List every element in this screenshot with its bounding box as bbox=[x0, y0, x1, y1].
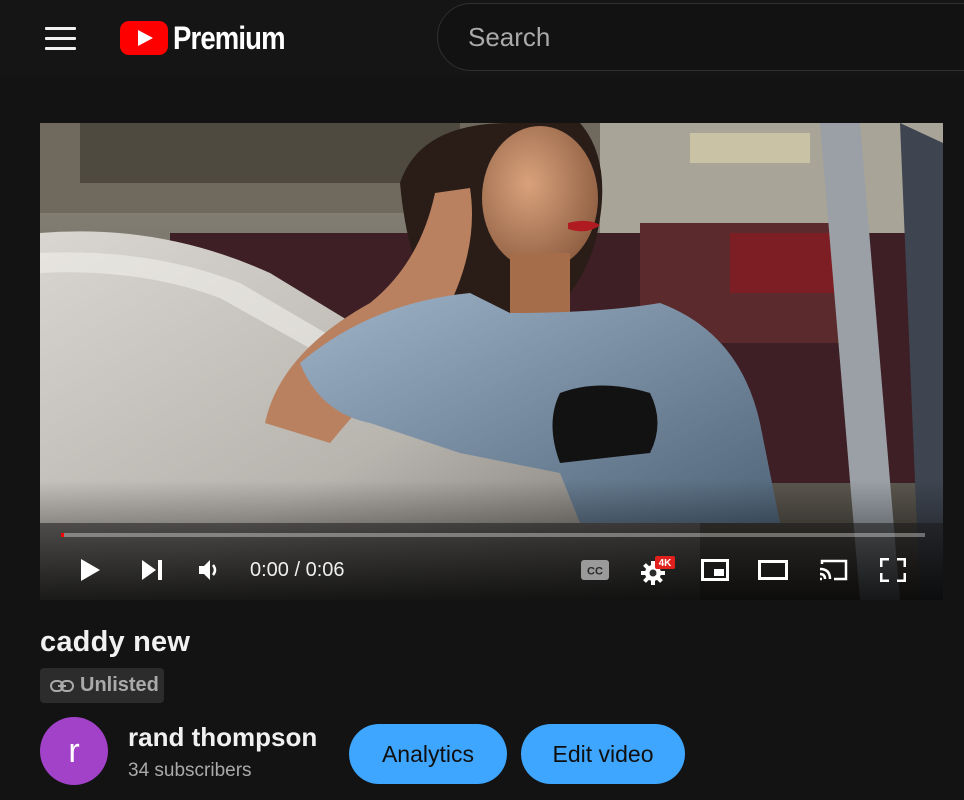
cast-icon bbox=[819, 559, 848, 581]
next-icon bbox=[142, 560, 162, 580]
youtube-premium-logo[interactable]: Premium bbox=[120, 18, 303, 58]
fullscreen-icon bbox=[880, 558, 906, 582]
theater-icon bbox=[758, 560, 788, 580]
next-button[interactable] bbox=[132, 548, 172, 592]
fullscreen-button[interactable] bbox=[873, 548, 913, 592]
youtube-play-logo-icon bbox=[120, 21, 168, 55]
channel-name[interactable]: rand thompson bbox=[128, 722, 317, 753]
play-button[interactable] bbox=[70, 548, 110, 592]
theater-mode-button[interactable] bbox=[753, 548, 793, 592]
player-controls: 0:00 / 0:06 CC 4K bbox=[40, 548, 943, 592]
volume-button[interactable] bbox=[190, 548, 230, 592]
menu-icon[interactable] bbox=[36, 18, 84, 58]
miniplayer-icon bbox=[701, 559, 729, 581]
subtitles-button[interactable]: CC bbox=[575, 548, 615, 592]
edit-video-button[interactable]: Edit video bbox=[521, 724, 685, 784]
svg-text:4K: 4K bbox=[659, 558, 673, 569]
cc-icon: CC bbox=[581, 560, 609, 580]
link-icon bbox=[50, 679, 74, 692]
progress-bar[interactable] bbox=[61, 533, 925, 537]
channel-avatar[interactable]: r bbox=[40, 717, 108, 785]
video-title: caddy new bbox=[40, 626, 191, 658]
gear-icon: 4K bbox=[641, 556, 675, 585]
svg-text:CC: CC bbox=[587, 566, 603, 578]
top-bar: Premium bbox=[0, 0, 964, 76]
visibility-badge: Unlisted bbox=[40, 668, 164, 703]
logo-text: Premium bbox=[173, 19, 286, 56]
time-display: 0:00 / 0:06 bbox=[250, 559, 345, 581]
search-input[interactable] bbox=[466, 20, 866, 54]
visibility-label: Unlisted bbox=[80, 674, 159, 696]
progress-fill bbox=[61, 533, 65, 537]
video-player[interactable]: 0:00 / 0:06 CC 4K bbox=[40, 123, 943, 600]
cast-button[interactable] bbox=[813, 548, 853, 592]
subscriber-count: 34 subscribers bbox=[128, 760, 252, 781]
miniplayer-button[interactable] bbox=[695, 548, 735, 592]
analytics-button[interactable]: Analytics bbox=[349, 724, 507, 784]
search-box[interactable] bbox=[437, 3, 964, 71]
volume-icon bbox=[199, 560, 217, 580]
play-icon bbox=[81, 559, 100, 581]
settings-button[interactable]: 4K bbox=[635, 548, 679, 592]
